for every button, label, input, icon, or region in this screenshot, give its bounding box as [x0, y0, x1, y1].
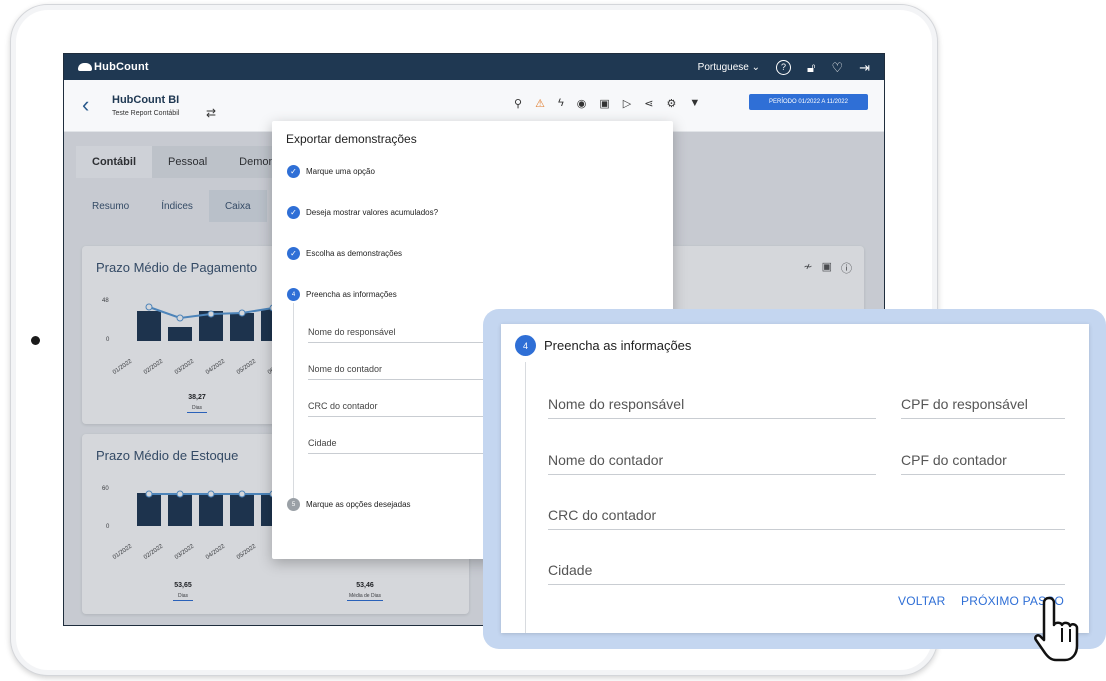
logo-icon — [78, 63, 92, 71]
swap-icon[interactable]: ⇄ — [206, 106, 216, 120]
step-number: 4 — [287, 288, 300, 301]
share-icon[interactable]: ⋖ — [644, 97, 653, 110]
hand-pointer-icon — [1034, 596, 1079, 662]
stage: HubCount Portuguese ⌄ ? 🔓︎ ♡ ⇥ ‹ HubCoun… — [0, 0, 1106, 681]
check-icon: ✓ — [287, 206, 300, 219]
check-icon: ✓ — [287, 247, 300, 260]
step-label: Marque uma opção — [306, 167, 375, 176]
play-icon[interactable]: ▷ — [623, 97, 631, 110]
tablet-camera-dot — [31, 336, 40, 345]
zoom-title: Preencha as informações — [544, 338, 692, 353]
top-bar-actions: Portuguese ⌄ ? 🔓︎ ♡ ⇥ — [698, 59, 870, 75]
top-bar: HubCount Portuguese ⌄ ? 🔓︎ ♡ ⇥ — [64, 54, 884, 80]
step-3[interactable]: ✓ Escolha as demonstrações — [287, 247, 402, 260]
accountant-cpf-input[interactable]: CPF do contador — [901, 452, 1065, 475]
step-5[interactable]: 5 Marque as opções desejadas — [287, 498, 411, 511]
accountant-name-input[interactable]: Nome do contador — [548, 452, 876, 475]
step-connector — [293, 303, 294, 498]
help-icon[interactable]: ? — [776, 59, 791, 75]
bolt-icon[interactable]: ϟ — [558, 97, 564, 110]
lock-icon[interactable]: 🔓︎ — [807, 61, 815, 74]
chevron-down-icon: ⌄ — [751, 61, 760, 73]
filter-icon[interactable]: ▼ — [689, 97, 700, 110]
step-label: Marque as opções desejadas — [306, 500, 411, 509]
eye-icon[interactable]: ◉ — [577, 97, 587, 110]
back-button[interactable]: VOLTAR — [898, 594, 945, 608]
city-field[interactable]: Cidade — [308, 438, 508, 454]
accountant-crc-field[interactable]: CRC do contador — [308, 401, 508, 417]
report-subtitle: Teste Report Contábil — [112, 110, 180, 117]
step-number: 5 — [287, 498, 300, 511]
warning-icon[interactable]: ⚠ — [535, 97, 545, 110]
responsible-name-field[interactable]: Nome do responsável — [308, 327, 508, 343]
step-number: 4 — [515, 335, 536, 356]
location-pin-icon[interactable]: ⚲ — [514, 97, 522, 110]
accountant-crc-input[interactable]: CRC do contador — [548, 507, 1065, 530]
accountant-name-field[interactable]: Nome do contador — [308, 364, 508, 380]
gear-icon[interactable]: ⚙ — [666, 97, 676, 110]
step-2[interactable]: ✓ Deseja mostrar valores acumulados? — [287, 206, 438, 219]
zoom-step-panel: 4 Preencha as informações Nome do respon… — [501, 324, 1089, 633]
period-button[interactable]: PERÍODO 01/2022 A 11/2022 — [749, 94, 868, 110]
report-title: HubCount BI — [112, 94, 180, 106]
period-label: PERÍODO 01/2022 A 11/2022 — [769, 99, 848, 105]
image-icon[interactable]: ▣ — [599, 97, 609, 110]
brand-logo[interactable]: HubCount — [78, 61, 149, 73]
back-arrow-icon[interactable]: ‹ — [82, 94, 89, 116]
responsible-cpf-input[interactable]: CPF do responsável — [901, 396, 1065, 419]
responsible-name-input[interactable]: Nome do responsável — [548, 396, 876, 419]
city-input[interactable]: Cidade — [548, 562, 1065, 585]
check-icon: ✓ — [287, 165, 300, 178]
toolbar-icons: ⚲ ⚠ ϟ ◉ ▣ ▷ ⋖ ⚙ ▼ — [514, 97, 700, 110]
language-select[interactable]: Portuguese ⌄ — [698, 62, 760, 73]
step-connector — [525, 362, 526, 633]
step-label: Escolha as demonstrações — [306, 249, 403, 258]
step-label: Preencha as informações — [306, 290, 397, 299]
step-1[interactable]: ✓ Marque uma opção — [287, 165, 375, 178]
modal-title: Exportar demonstrações — [286, 132, 417, 146]
brand-name: HubCount — [94, 61, 149, 73]
step-4[interactable]: 4 Preencha as informações — [287, 288, 397, 301]
lightbulb-icon[interactable]: ♡ — [831, 61, 843, 74]
step-label: Deseja mostrar valores acumulados? — [306, 208, 439, 217]
logout-icon[interactable]: ⇥ — [859, 61, 870, 74]
